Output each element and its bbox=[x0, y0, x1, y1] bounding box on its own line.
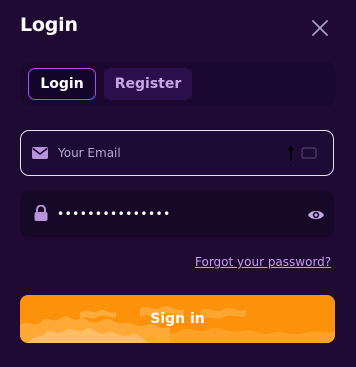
envelope-icon bbox=[32, 147, 48, 159]
password-input[interactable] bbox=[57, 192, 297, 236]
tab-register[interactable]: Register bbox=[104, 68, 192, 100]
login-modal: Login Login Register Your Email ••••••••… bbox=[0, 0, 356, 367]
auth-tabs: Login Register bbox=[20, 62, 336, 106]
forgot-password-link[interactable]: Forgot your password? bbox=[195, 255, 331, 269]
password-field bbox=[20, 191, 334, 237]
tab-login[interactable]: Login bbox=[28, 68, 96, 100]
lock-icon bbox=[34, 205, 48, 221]
text-cursor-icon bbox=[288, 145, 294, 161]
sign-in-button[interactable]: Sign in bbox=[20, 295, 335, 343]
close-button[interactable] bbox=[308, 16, 332, 40]
autofill-icon bbox=[301, 147, 317, 159]
close-icon bbox=[312, 20, 328, 36]
email-field bbox=[20, 130, 334, 176]
email-input[interactable] bbox=[58, 131, 298, 175]
sign-in-label: Sign in bbox=[150, 311, 205, 327]
modal-title: Login bbox=[20, 14, 78, 36]
show-password-button[interactable] bbox=[307, 207, 325, 221]
eye-icon bbox=[308, 210, 324, 220]
